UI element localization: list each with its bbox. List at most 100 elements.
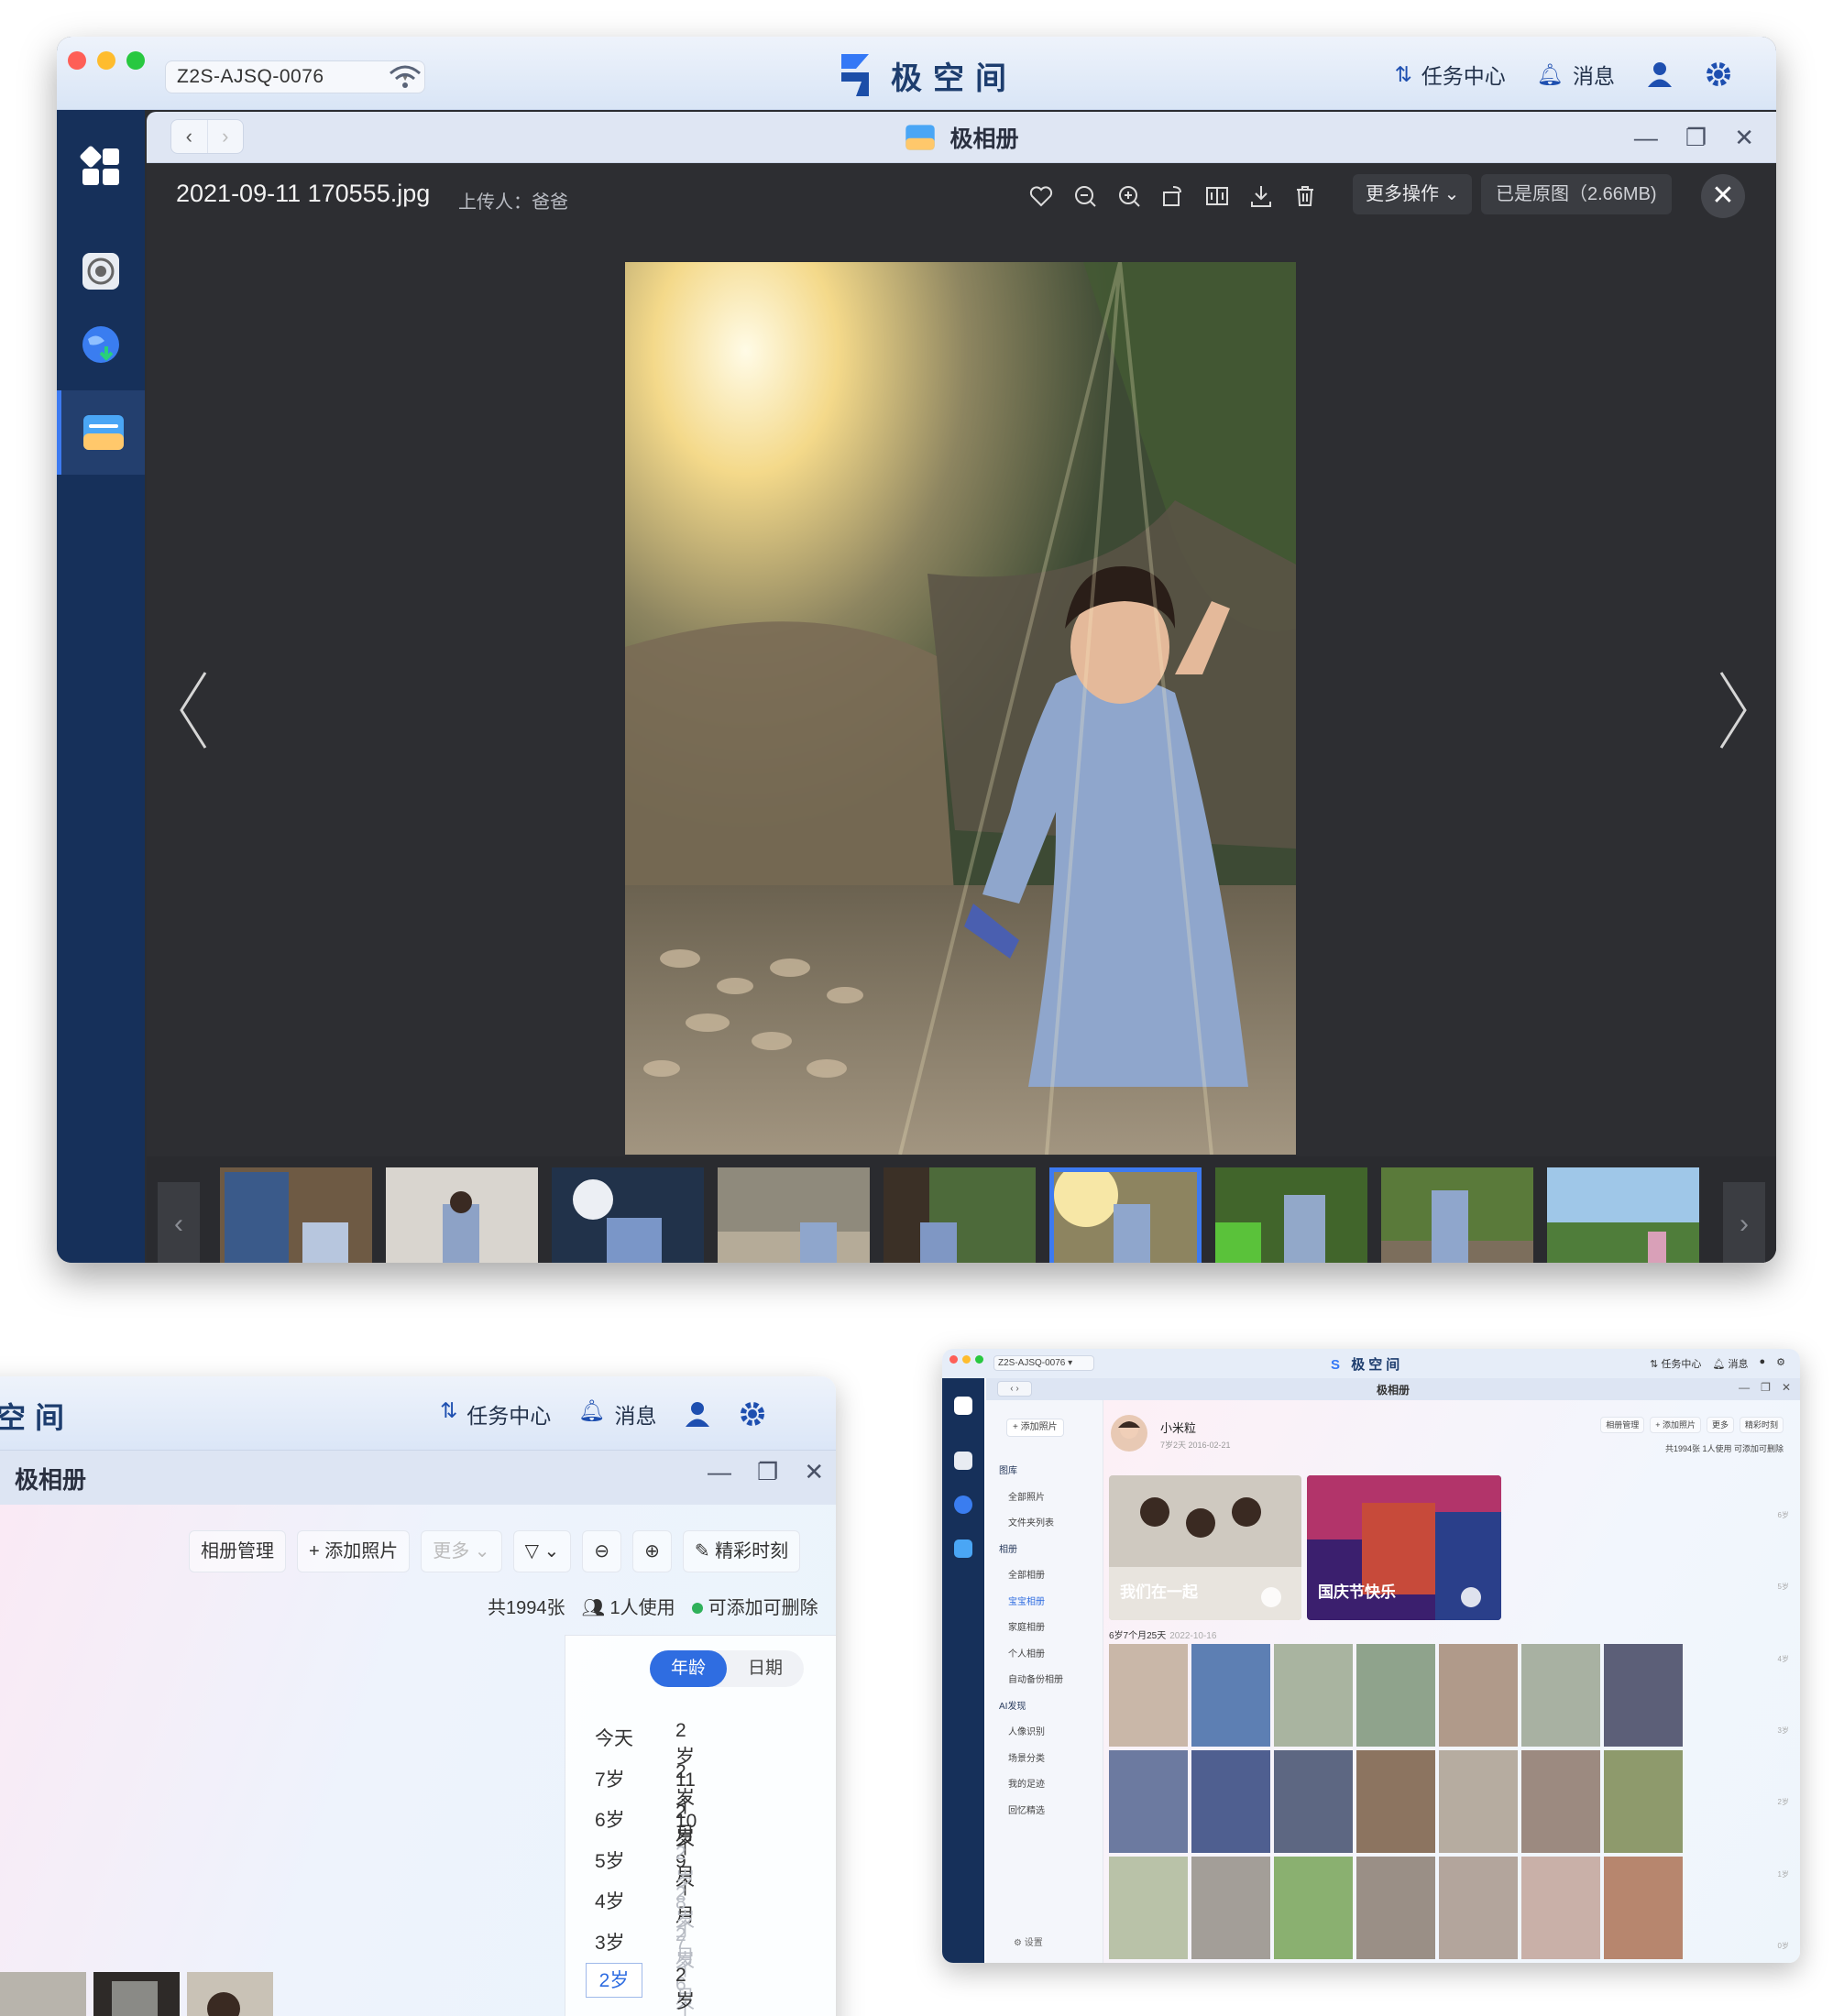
photo-tile[interactable] xyxy=(1604,1750,1683,1853)
thumbnail[interactable] xyxy=(386,1167,538,1263)
age-label[interactable]: 3岁 xyxy=(595,1928,641,1956)
more-actions-button[interactable]: 更多操作 ⌄ xyxy=(1353,174,1473,214)
strip-prev-button[interactable]: ‹ xyxy=(158,1182,200,1263)
user-icon[interactable]: ● xyxy=(1759,1356,1765,1371)
device-selector[interactable]: Z2S-AJSQ-0076 ▾ xyxy=(993,1355,1094,1371)
age-scale-tick[interactable]: 0岁 xyxy=(1778,1941,1789,1951)
age-scale-tick[interactable]: 5岁 xyxy=(1778,1582,1789,1592)
gear-icon[interactable]: ⚙ xyxy=(1776,1356,1785,1371)
photo-tile[interactable] xyxy=(1109,1857,1188,1959)
close-window-button[interactable] xyxy=(68,51,86,70)
trash-icon[interactable] xyxy=(1292,183,1318,209)
minimize-window-button[interactable] xyxy=(97,51,115,70)
thumbnail[interactable] xyxy=(552,1167,704,1263)
play-icon[interactable] xyxy=(1261,1587,1281,1607)
add-photos-button[interactable]: + 添加照片 xyxy=(297,1530,411,1572)
photo-tile[interactable] xyxy=(1356,1750,1435,1853)
thumbnail[interactable] xyxy=(1215,1167,1367,1263)
task-center-button[interactable]: ⇅ 任务中心 xyxy=(440,1398,551,1430)
zoom-window-button[interactable] xyxy=(975,1355,983,1364)
previous-photo-arrow[interactable] xyxy=(174,669,211,751)
minimize-icon[interactable]: — xyxy=(708,1458,731,1486)
rotate-icon[interactable] xyxy=(1160,183,1186,209)
minimize-window-button[interactable] xyxy=(962,1355,971,1364)
tab-date[interactable]: 日期 xyxy=(727,1650,804,1687)
messages-button[interactable]: 🔔︎ 消息 xyxy=(1712,1356,1748,1371)
photo-tile[interactable] xyxy=(1109,1750,1188,1853)
close-icon[interactable]: ✕ xyxy=(1734,124,1754,152)
age-label[interactable]: 今天 xyxy=(595,1724,641,1751)
age-scale-tick[interactable]: 4岁 xyxy=(1778,1654,1789,1664)
sidebar-item-home[interactable] xyxy=(57,125,145,209)
nav-section-header[interactable]: AI发现 xyxy=(999,1698,1063,1725)
messages-button[interactable]: 🔔︎ 消息 xyxy=(1537,59,1615,90)
restore-icon[interactable]: ❐ xyxy=(1761,1381,1771,1394)
photo-tile[interactable] xyxy=(1191,1857,1270,1959)
user-icon[interactable] xyxy=(684,1400,711,1428)
sidebar-item[interactable]: 个人相册 xyxy=(999,1646,1063,1672)
sidebar-item[interactable]: 我的足迹 xyxy=(999,1776,1063,1802)
apps-grid-icon[interactable] xyxy=(954,1397,972,1415)
thumbnail[interactable] xyxy=(1547,1167,1699,1263)
disk-icon[interactable] xyxy=(954,1452,972,1470)
photo-tile[interactable] xyxy=(1274,1644,1353,1747)
sidebar-item[interactable]: 宝宝相册 xyxy=(999,1594,1063,1620)
close-viewer-button[interactable]: ✕ xyxy=(1701,174,1745,218)
compare-icon[interactable] xyxy=(1204,183,1230,209)
original-size-button[interactable]: 已是原图（2.66MB) xyxy=(1481,174,1672,214)
nav-section-header[interactable]: 图库 xyxy=(999,1463,1063,1489)
add-photos-button[interactable]: + 添加照片 xyxy=(1006,1419,1064,1437)
toolbar-button[interactable]: + 添加照片 xyxy=(1650,1417,1701,1433)
close-icon[interactable]: ✕ xyxy=(1782,1381,1791,1394)
photo-album-icon[interactable] xyxy=(954,1539,972,1558)
age-scale-tick[interactable]: 2岁 xyxy=(1778,1797,1789,1807)
toolbar-button[interactable]: 精彩时刻 xyxy=(1739,1417,1784,1433)
zoom-window-button[interactable] xyxy=(126,51,145,70)
photo-tile[interactable] xyxy=(1521,1857,1600,1959)
photo-tile[interactable] xyxy=(1356,1857,1435,1959)
thumbnail-selected[interactable] xyxy=(1049,1167,1202,1263)
sidebar-item[interactable]: 全部照片 xyxy=(999,1489,1063,1516)
play-icon[interactable] xyxy=(1461,1587,1481,1607)
thumbnail[interactable] xyxy=(718,1167,870,1263)
photo-tile[interactable] xyxy=(1109,1644,1188,1747)
settings-button[interactable]: ⚙ 设置 xyxy=(1014,1934,1043,1948)
photo-tile[interactable] xyxy=(1274,1750,1353,1853)
age-label[interactable]: 2岁 xyxy=(586,1963,642,1998)
sidebar-item-download[interactable] xyxy=(57,302,145,387)
zoom-in-button[interactable]: ⊕ xyxy=(632,1530,672,1572)
age-label[interactable]: 7岁 xyxy=(595,1765,641,1792)
age-label[interactable]: 5岁 xyxy=(595,1846,641,1874)
photo-tile[interactable] xyxy=(1521,1750,1600,1853)
photo-tile[interactable] xyxy=(1439,1857,1518,1959)
sidebar-item[interactable]: 自动备份相册 xyxy=(999,1671,1063,1698)
highlights-button[interactable]: ✎ 精彩时刻 xyxy=(682,1530,801,1572)
age-label[interactable]: 6岁 xyxy=(595,1805,641,1833)
download-icon[interactable] xyxy=(1248,183,1274,209)
sidebar-item[interactable]: 全部相册 xyxy=(999,1567,1063,1594)
photo-tile[interactable] xyxy=(187,1972,273,2016)
task-center-button[interactable]: ⇅ 任务中心 xyxy=(1395,59,1506,90)
avatar[interactable] xyxy=(1111,1415,1147,1452)
age-scale-tick[interactable]: 1岁 xyxy=(1778,1869,1789,1879)
photo-tile[interactable] xyxy=(1356,1644,1435,1747)
nav-section-header[interactable]: 相册 xyxy=(999,1541,1063,1568)
toolbar-button[interactable]: 更多 xyxy=(1706,1417,1734,1433)
photo-tile[interactable] xyxy=(1439,1750,1518,1853)
restore-icon[interactable]: ❐ xyxy=(757,1458,778,1486)
messages-button[interactable]: 🔔︎ 消息 xyxy=(578,1398,656,1430)
close-window-button[interactable] xyxy=(949,1355,958,1364)
strip-next-button[interactable]: › xyxy=(1723,1182,1765,1263)
thumbnail[interactable] xyxy=(1381,1167,1533,1263)
sidebar-item[interactable]: 场景分类 xyxy=(999,1750,1063,1777)
photo-tile[interactable] xyxy=(1604,1644,1683,1747)
filter-button[interactable]: ▽ ⌄ xyxy=(512,1530,572,1572)
next-photo-arrow[interactable] xyxy=(1716,669,1752,751)
close-icon[interactable]: ✕ xyxy=(804,1458,824,1486)
album-manage-button[interactable]: 相册管理 xyxy=(189,1530,286,1572)
zoom-out-icon[interactable] xyxy=(1072,183,1098,209)
minimize-icon[interactable]: — xyxy=(1634,124,1658,152)
gear-icon[interactable] xyxy=(739,1400,766,1428)
age-label[interactable]: 4岁 xyxy=(595,1887,641,1914)
task-center-button[interactable]: ⇅ 任务中心 xyxy=(1650,1356,1701,1371)
